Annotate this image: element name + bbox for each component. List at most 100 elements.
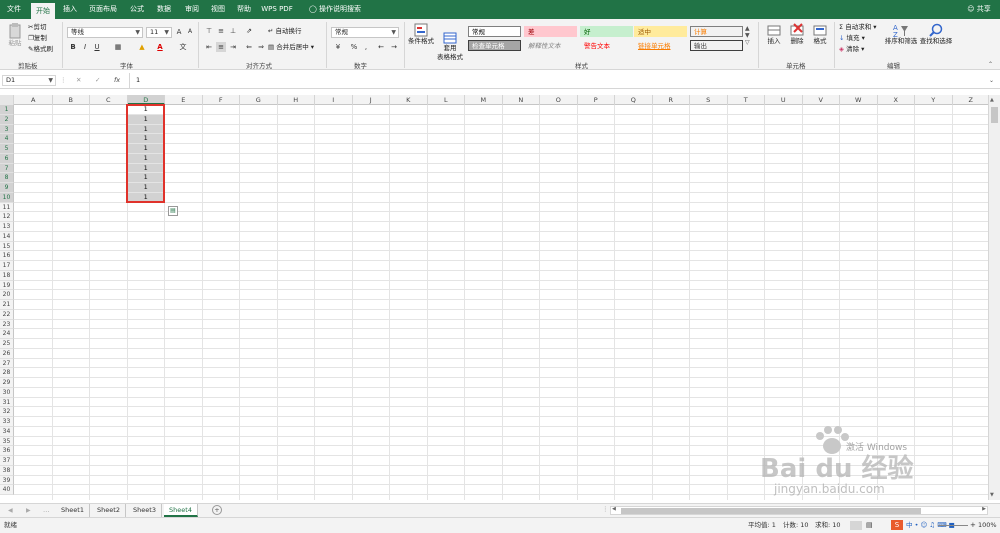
scroll-thumb[interactable]: [991, 107, 998, 123]
vertical-scrollbar[interactable]: ▲ ▼: [988, 95, 1000, 500]
grow-font-button[interactable]: A: [174, 27, 184, 37]
row-header[interactable]: 6: [0, 153, 14, 164]
column-header-n[interactable]: N: [503, 95, 540, 105]
row-header[interactable]: 24: [0, 329, 14, 339]
row-header[interactable]: 25: [0, 339, 14, 349]
cell-style-2[interactable]: 好: [580, 26, 633, 37]
column-header-a[interactable]: A: [15, 95, 53, 105]
underline-button[interactable]: U: [92, 42, 102, 52]
cell-style-3[interactable]: 适中: [634, 26, 687, 37]
column-header-t[interactable]: T: [728, 95, 765, 105]
normal-view-icon[interactable]: [850, 521, 862, 530]
row-header[interactable]: 28: [0, 368, 14, 378]
cell-style-1[interactable]: 差: [524, 26, 577, 37]
row-header[interactable]: 5: [0, 144, 14, 154]
worksheet-grid[interactable]: ABCDEFGHIJKLMNOPQRSTUVWXYZ 1 2 3 4 5 6 7 8 9 10 11…: [0, 95, 988, 500]
currency-icon[interactable]: ¥: [333, 42, 343, 52]
name-box[interactable]: D1 ▼: [2, 75, 56, 86]
delete-cells-button[interactable]: 删除: [787, 23, 807, 46]
row-header[interactable]: 32: [0, 407, 14, 417]
row-header[interactable]: 35: [0, 436, 14, 447]
row-header[interactable]: 34: [0, 426, 14, 437]
scroll-right-icon[interactable]: ▶: [982, 506, 986, 512]
column-header-j[interactable]: J: [353, 95, 390, 105]
tab-insert[interactable]: 插入: [59, 0, 81, 19]
scroll-left-icon[interactable]: ◀: [612, 506, 616, 512]
formula-input[interactable]: 1: [136, 76, 140, 85]
row-header[interactable]: 15: [0, 241, 14, 252]
cell-style-5[interactable]: 检查单元格: [468, 40, 521, 51]
row-header[interactable]: 21: [0, 300, 14, 310]
row-header[interactable]: 14: [0, 231, 14, 242]
copy-button[interactable]: ❐复制: [28, 34, 47, 43]
align-right-icon[interactable]: ⇥: [228, 42, 238, 52]
orientation-icon[interactable]: ⇗: [244, 26, 254, 36]
row-header[interactable]: 9: [0, 183, 14, 193]
row-header[interactable]: 10: [0, 192, 14, 203]
cell-style-6[interactable]: 解释性文本: [524, 40, 577, 51]
row-header[interactable]: 26: [0, 348, 14, 359]
font-name-select[interactable]: 等线 ▼: [67, 27, 143, 38]
bold-button[interactable]: B: [68, 42, 78, 52]
column-header-o[interactable]: O: [540, 95, 578, 105]
row-header[interactable]: 31: [0, 397, 14, 408]
row-header[interactable]: 13: [0, 222, 14, 232]
font-size-select[interactable]: 11 ▼: [146, 27, 172, 38]
row-header[interactable]: 23: [0, 319, 14, 330]
tab-file[interactable]: 文件: [3, 0, 25, 19]
row-header[interactable]: 2: [0, 114, 14, 125]
sheet-tab-sheet2[interactable]: Sheet2: [92, 504, 126, 517]
format-as-table-button[interactable]: 套用 表格格式: [437, 23, 463, 71]
gallery-scroll[interactable]: ▲ ▼ ▽: [745, 25, 750, 46]
tab-home[interactable]: 开始: [31, 3, 55, 19]
column-header-m[interactable]: M: [465, 95, 503, 105]
horizontal-scrollbar[interactable]: ◀ ▶: [610, 506, 988, 515]
column-header-e[interactable]: E: [165, 95, 203, 105]
column-header-q[interactable]: Q: [615, 95, 653, 105]
conditional-format-button[interactable]: 条件格式: [408, 23, 434, 46]
indent-increase-icon[interactable]: ⇒: [256, 42, 266, 52]
cancel-icon[interactable]: ✕: [76, 76, 81, 85]
indent-decrease-icon[interactable]: ⇐: [244, 42, 254, 52]
row-header[interactable]: 1: [0, 105, 14, 115]
column-header-c[interactable]: C: [90, 95, 128, 105]
sheet-tab-sheet3[interactable]: Sheet3: [128, 504, 162, 517]
tab-help[interactable]: 帮助: [233, 0, 255, 19]
tab-formulas[interactable]: 公式: [126, 0, 148, 19]
comma-button[interactable]: ,: [361, 42, 371, 52]
row-header[interactable]: 38: [0, 465, 14, 476]
scroll-up-icon[interactable]: ▲: [990, 97, 994, 103]
fill-button[interactable]: ↓ 填充 ▾: [839, 34, 865, 43]
decrease-decimal-icon[interactable]: →: [389, 42, 399, 52]
prev-sheet-icon[interactable]: ◀: [8, 506, 13, 515]
collapse-ribbon-icon[interactable]: ⌃: [988, 60, 993, 69]
zoom-level[interactable]: 100%: [978, 520, 997, 530]
shrink-font-button[interactable]: A: [185, 27, 195, 37]
expand-formula-icon[interactable]: ⌄: [989, 76, 994, 85]
row-header[interactable]: 16: [0, 251, 14, 261]
number-format-select[interactable]: 常规 ▼: [331, 27, 399, 38]
row-header[interactable]: 33: [0, 417, 14, 427]
insert-function-button[interactable]: fx: [114, 76, 120, 85]
tab-data[interactable]: 数据: [153, 0, 175, 19]
zoom-in-icon[interactable]: +: [970, 520, 976, 530]
column-header-l[interactable]: L: [428, 95, 465, 105]
row-header[interactable]: 12: [0, 212, 14, 222]
column-header-w[interactable]: W: [840, 95, 878, 105]
format-painter-button[interactable]: ✎格式刷: [28, 45, 53, 54]
align-center-icon[interactable]: ≡: [216, 42, 226, 52]
tell-me-search[interactable]: ◯ 操作说明搜索: [303, 0, 367, 19]
row-header[interactable]: 20: [0, 290, 14, 300]
font-color-icon[interactable]: A: [155, 42, 165, 52]
clear-button[interactable]: ◈ 清除 ▾: [839, 45, 864, 54]
italic-button[interactable]: I: [80, 42, 90, 52]
cell-style-0[interactable]: 常规: [468, 26, 521, 37]
merge-center-button[interactable]: ▤ 合并后居中 ▾: [268, 43, 314, 52]
row-header[interactable]: 22: [0, 309, 14, 320]
paste-button[interactable]: 粘贴: [6, 23, 24, 48]
insert-cells-button[interactable]: 插入: [764, 23, 784, 46]
add-sheet-button[interactable]: +: [212, 505, 222, 515]
row-header[interactable]: 11: [0, 202, 14, 213]
percent-button[interactable]: %: [349, 42, 359, 52]
row-header[interactable]: 8: [0, 173, 14, 183]
